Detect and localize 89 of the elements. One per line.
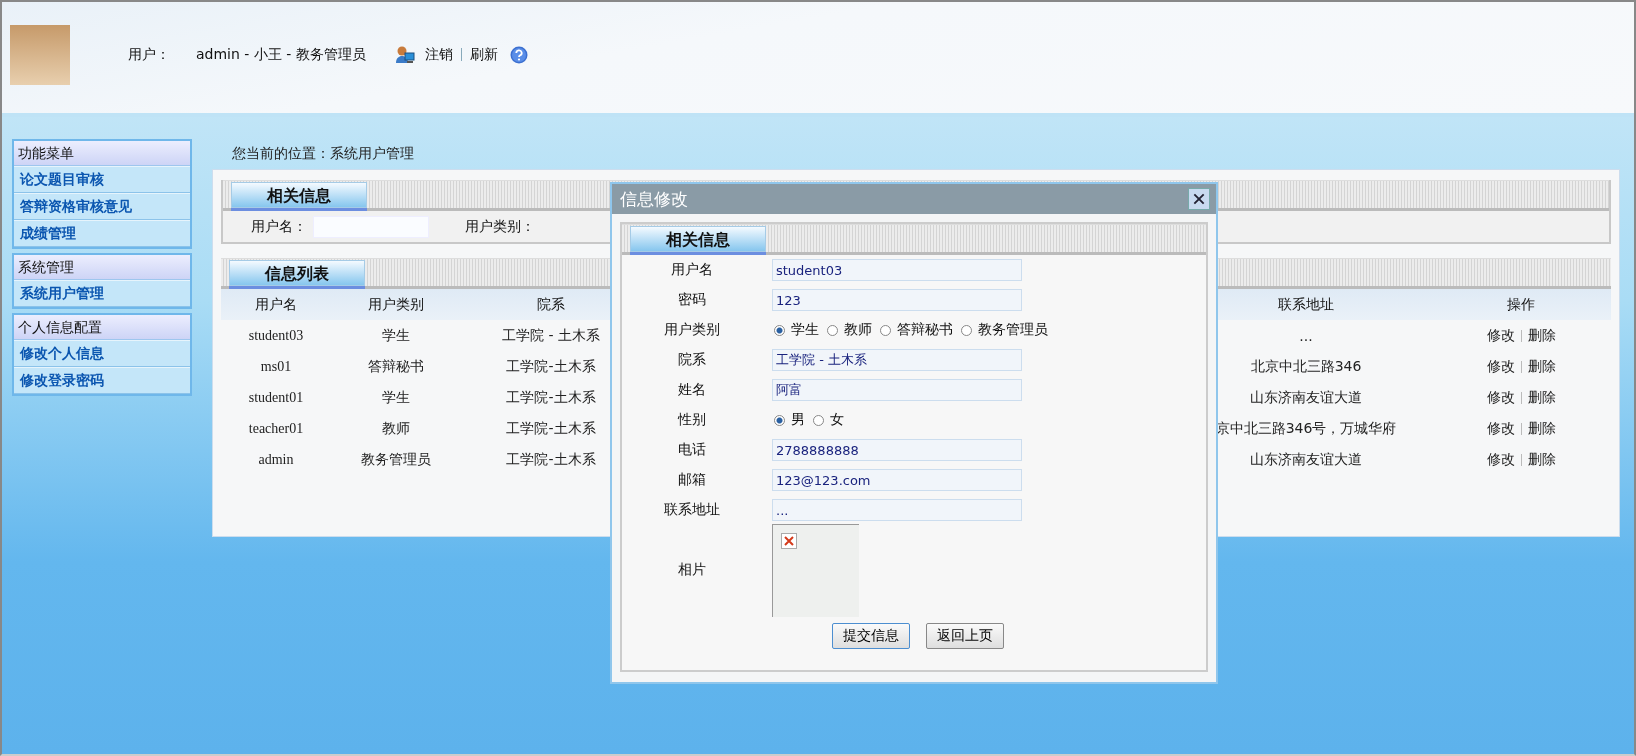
menu-group-title: 功能菜单: [14, 141, 190, 166]
action-link[interactable]: 修改: [1486, 450, 1515, 467]
dialog-title: 信息修改: [620, 187, 688, 211]
table-cell: 学生: [382, 326, 410, 343]
radio-button[interactable]: [961, 324, 972, 336]
dialog-button[interactable]: 返回上页: [926, 623, 1004, 649]
avatar-photo: [10, 24, 70, 85]
table-cell: ms01: [260, 358, 292, 374]
table-cell: student01: [248, 389, 304, 405]
action-link[interactable]: 修改: [1486, 419, 1515, 436]
radio-button[interactable]: [827, 324, 838, 336]
radio-button[interactable]: [774, 324, 785, 336]
table-cell: 教师: [382, 419, 410, 436]
column-header: 联系地址: [1181, 289, 1431, 320]
menu-group-title: 个人信息配置: [14, 315, 190, 340]
broken-image-icon: [781, 532, 797, 549]
table-cell: ...: [1299, 327, 1313, 344]
field-label: 电话: [677, 441, 707, 459]
field-label: 用户名：: [251, 217, 307, 236]
column-header: 用户类别: [331, 289, 461, 320]
user-computer-icon: [393, 45, 415, 64]
table-cell: teacher01: [248, 420, 304, 436]
field-label: 性别: [676, 411, 707, 429]
header-link[interactable]: 注销: [424, 45, 453, 64]
text-field[interactable]: 123@123.com: [772, 469, 1022, 491]
table-cell: 教务管理员: [361, 450, 431, 467]
field-label: 用户类别: [663, 321, 721, 339]
radio-button[interactable]: [774, 414, 785, 426]
text-field[interactable]: 123: [772, 289, 1022, 311]
menu-item[interactable]: 成绩管理: [14, 220, 190, 247]
radio-label: 男: [791, 411, 805, 429]
header-link[interactable]: 刷新: [469, 45, 498, 64]
radio-label: 学生: [791, 321, 819, 339]
radio-button[interactable]: [813, 414, 824, 426]
table-cell: student03: [248, 327, 304, 343]
text-field[interactable]: student03: [772, 259, 1022, 281]
table-cell: 山东济南友谊大道: [1250, 450, 1362, 467]
close-button[interactable]: [1188, 188, 1210, 210]
breadcrumb: 您当前的位置：系统用户管理: [231, 144, 415, 163]
table-cell: 工学院-土木系: [506, 450, 596, 467]
menu-item[interactable]: 修改个人信息: [14, 340, 190, 367]
table-cell: 工学院-土木系: [506, 388, 596, 405]
field-label: 用户名: [670, 261, 714, 279]
action-link[interactable]: 删除: [1527, 388, 1556, 405]
field-label: 联系地址: [663, 501, 721, 519]
menu-item[interactable]: 论文题目审核: [14, 166, 190, 193]
menu-item[interactable]: 系统用户管理: [14, 280, 190, 307]
action-link[interactable]: 修改: [1486, 357, 1515, 374]
radio-button[interactable]: [880, 324, 891, 336]
table-cell: 北京中北三路346: [1250, 357, 1362, 374]
help-icon: [509, 45, 528, 64]
menu-item[interactable]: 答辩资格审核意见: [14, 193, 190, 220]
table-cell: 学生: [382, 388, 410, 405]
radio-label: 教师: [844, 321, 872, 339]
text-field[interactable]: 工学院 - 土木系: [772, 349, 1022, 371]
column-header: 院系: [461, 289, 641, 320]
text-field[interactable]: 2788888888: [772, 439, 1022, 461]
user-label: 用户：: [128, 45, 170, 64]
close-icon: [1192, 192, 1206, 206]
radio-label: 女: [830, 411, 844, 429]
action-link[interactable]: 修改: [1486, 388, 1515, 405]
table-cell: admin: [258, 451, 294, 467]
radio-label: 教务管理员: [978, 321, 1048, 339]
field-label: 姓名: [677, 381, 707, 399]
field-label: 相片: [677, 561, 707, 579]
menu-group-title: 系统管理: [14, 255, 190, 280]
column-header: 操作: [1431, 289, 1611, 320]
radio-label: 答辩秘书: [897, 321, 953, 339]
table-cell: 京中北三路346号，万城华府: [1215, 419, 1397, 436]
action-link[interactable]: 删除: [1527, 357, 1556, 374]
action-link[interactable]: 删除: [1527, 450, 1556, 467]
table-cell: 工学院 - 土木系: [502, 326, 600, 343]
table-cell: 答辩秘书: [368, 357, 424, 374]
table-cell: 工学院-土木系: [506, 419, 596, 436]
text-field[interactable]: ...: [772, 499, 1022, 521]
field-label: 密码: [677, 291, 707, 309]
action-link[interactable]: 修改: [1486, 326, 1515, 343]
menu-item[interactable]: 修改登录密码: [14, 367, 190, 394]
table-cell: 工学院-土木系: [506, 357, 596, 374]
column-header: 用户名: [221, 289, 331, 320]
action-link[interactable]: 删除: [1527, 326, 1556, 343]
table-cell: 山东济南友谊大道: [1250, 388, 1362, 405]
dialog-button[interactable]: 提交信息: [832, 623, 910, 649]
field-label: 院系: [677, 351, 707, 369]
field-label: 用户类别：: [465, 217, 535, 236]
action-link[interactable]: 删除: [1527, 419, 1556, 436]
text-field[interactable]: 阿富: [772, 379, 1022, 401]
field-label: 邮箱: [677, 471, 707, 489]
user-info: admin - 小王 - 教务管理员: [196, 45, 366, 64]
